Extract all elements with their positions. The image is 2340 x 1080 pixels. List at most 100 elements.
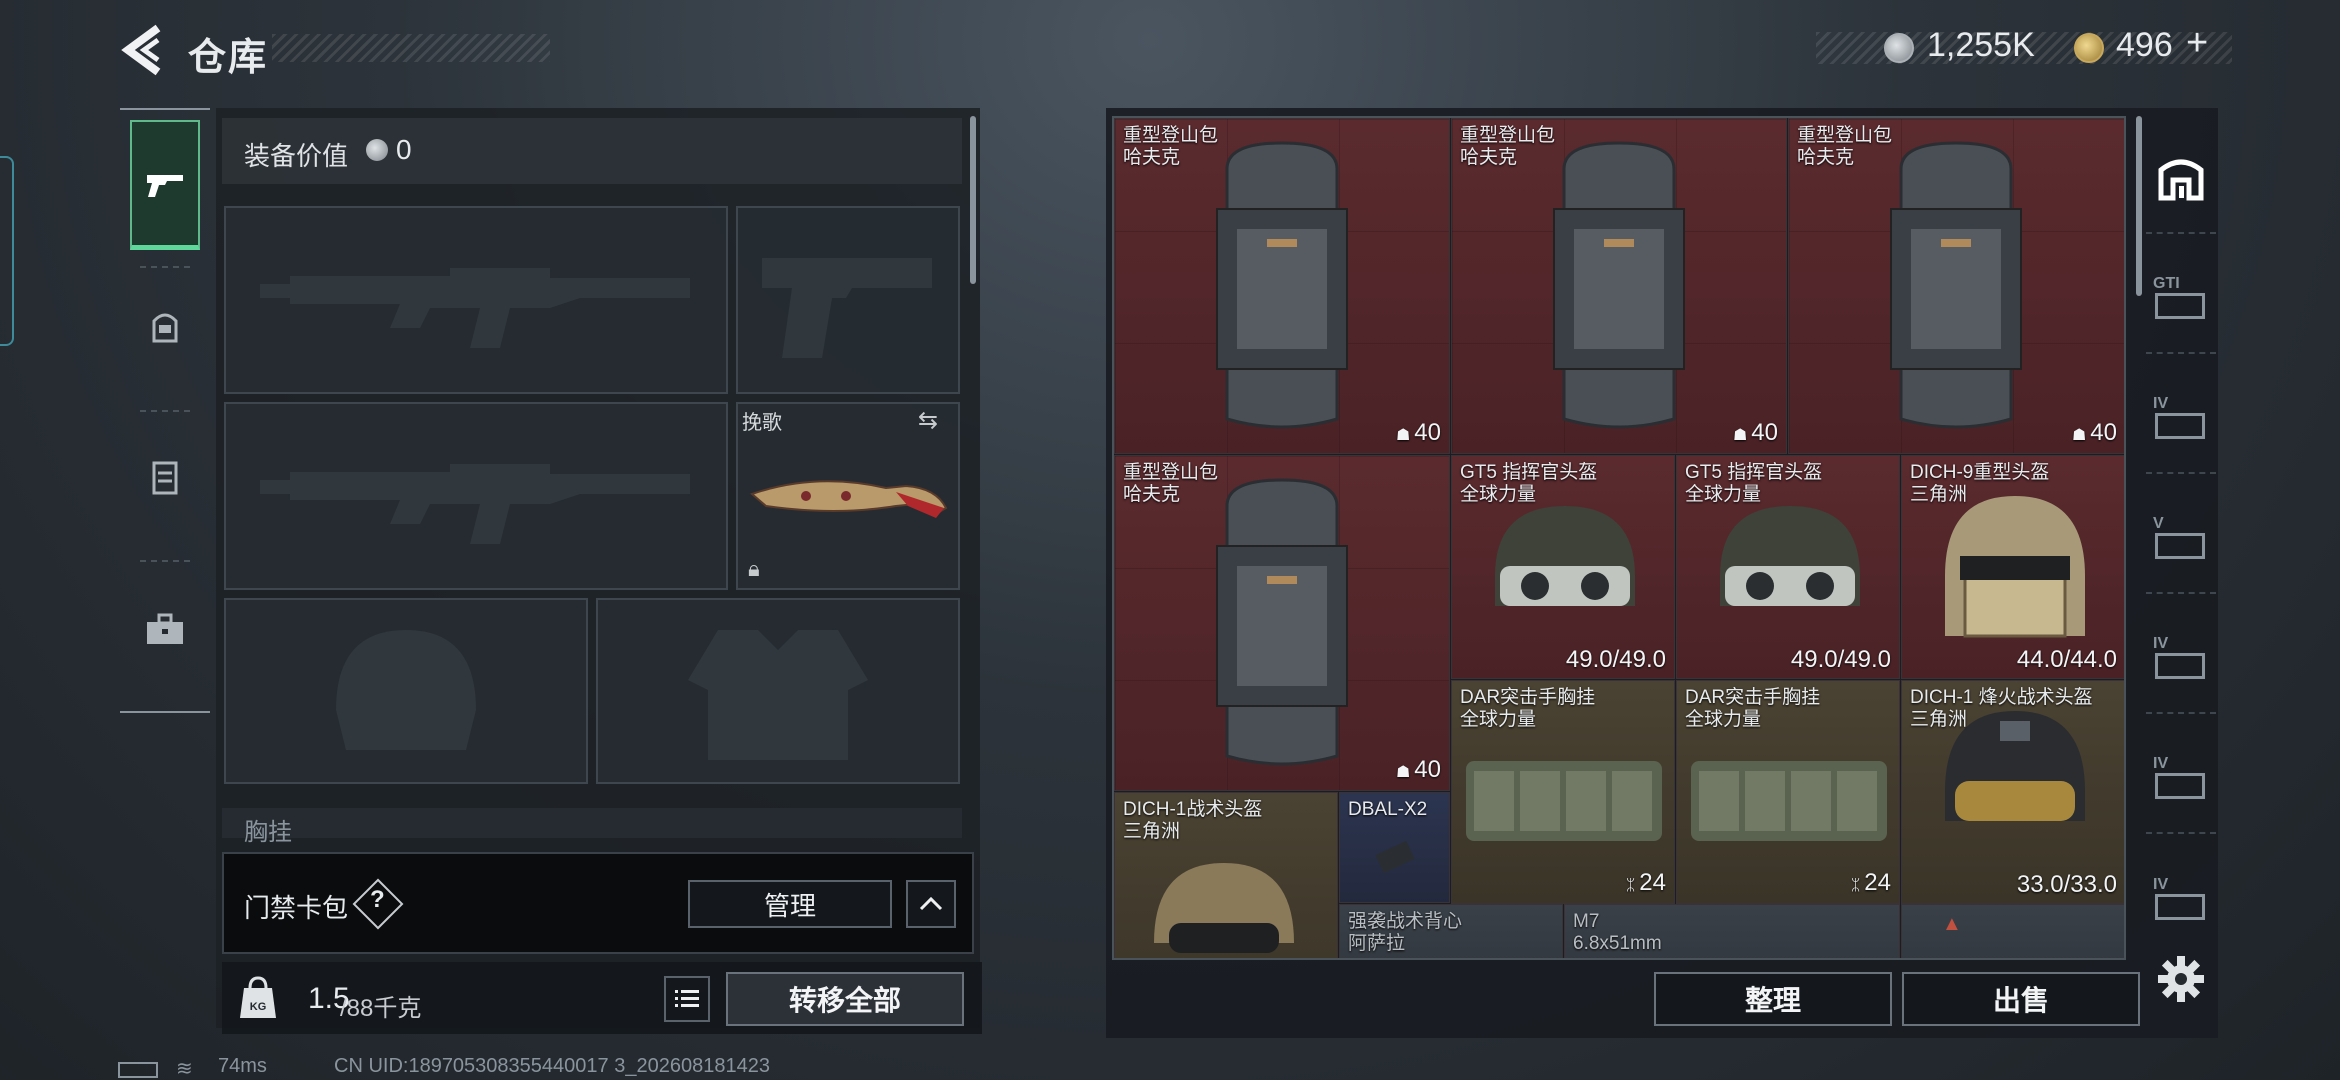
secondary-rifle-slot[interactable] [224, 402, 728, 590]
inventory-item[interactable]: M7 6.8x51mm [1564, 904, 1900, 958]
inventory-item[interactable]: 重型登山包 哈夫克 ☗ 40 [1788, 118, 2124, 454]
item-brand: 6.8x51mm [1573, 933, 1662, 954]
item-brand: 全球力量 [1685, 484, 1762, 505]
item-capacity: 40 [1751, 419, 1778, 446]
equip-value-label: 装备价值 [244, 141, 349, 171]
item-name: 重型登山包 [1123, 125, 1219, 146]
helmet-slot[interactable] [224, 598, 588, 784]
tab-storage-2[interactable]: IV [2146, 364, 2216, 474]
vest-icon [152, 461, 178, 495]
storage-box-icon: GTI [2153, 275, 2209, 321]
inventory-item[interactable]: 重型登山包 哈夫克 ☗ 40 [1114, 455, 1450, 791]
warehouse-icon [2158, 159, 2204, 201]
item-brand: 哈夫克 [1123, 484, 1181, 505]
inventory-item[interactable]: ▲ [1901, 904, 2124, 958]
tab-gear[interactable] [130, 272, 200, 382]
swap-icon[interactable]: ⇆ [918, 406, 938, 435]
item-name: 重型登山包 [1460, 125, 1556, 146]
item-durability: 33.0/33.0 [2016, 871, 2117, 898]
melee-name: 挽歌 [742, 412, 782, 434]
inventory-item[interactable]: 重型登山包 哈夫克 ☗ 40 [1114, 118, 1450, 454]
equip-value: 0 [396, 134, 412, 165]
tab-storage-6[interactable]: IV [2146, 844, 2216, 954]
inventory-item[interactable]: 强袭战术背心 阿萨拉 [1339, 904, 1563, 958]
title-decoration [272, 34, 550, 62]
item-brand: 全球力量 [1685, 709, 1762, 730]
item-durability: 49.0/49.0 [1790, 646, 1891, 673]
item-brand: 三角洲 [1910, 709, 1968, 730]
storage-scrollbar[interactable] [2136, 116, 2142, 296]
tab-case[interactable] [130, 575, 200, 685]
inventory-item[interactable]: DBAL-X2 [1339, 792, 1450, 903]
helmet-icon [1720, 506, 1860, 606]
side-drawer-handle[interactable] [0, 156, 14, 346]
item-name: DICH-1 烽火战术头盔 [1910, 687, 2093, 708]
manage-button[interactable]: 管理 [688, 880, 892, 928]
wifi-icon: ≋ [176, 1058, 193, 1080]
ping-text: 74ms [218, 1055, 267, 1077]
item-name: M7 [1573, 911, 1600, 932]
list-view-button[interactable] [664, 976, 710, 1022]
inventory-item[interactable]: DICH-1 烽火战术头盔 三角洲 33.0/33.0 [1901, 680, 2124, 904]
capacity-icon: ᛯ [1625, 877, 1636, 894]
rig-label: 胸挂 [244, 819, 292, 846]
primary-weapon-slot[interactable] [224, 206, 728, 394]
gold-coin-icon [2074, 33, 2104, 63]
rig-slot[interactable] [222, 808, 962, 838]
svg-text:KG: KG [250, 1001, 267, 1013]
loadout-scrollbar[interactable] [970, 116, 976, 284]
chest-rig-icon [1466, 761, 1662, 841]
gear-icon[interactable] [2156, 954, 2206, 1004]
inventory-item[interactable]: DICH-9重型头盔 三角洲 44.0/44.0 [1901, 455, 2124, 679]
page-title: 仓库 [188, 37, 269, 79]
back-icon[interactable] [118, 22, 168, 78]
item-name: 强袭战术背心 [1348, 911, 1463, 932]
helmet-armor-icon [152, 313, 178, 343]
tab-storage-5[interactable]: IV [2146, 724, 2216, 834]
storage-box-icon: IV [2153, 395, 2209, 441]
item-marker-icon: ▲ [1942, 913, 1962, 935]
item-durability: 49.0/49.0 [1565, 646, 1666, 673]
battery-icon [118, 1062, 158, 1078]
item-brand: 三角洲 [1910, 484, 1968, 505]
sort-button[interactable]: 整理 [1654, 972, 1892, 1026]
inventory-item[interactable]: DAR突击手胸挂 全球力量 ᛯ 24 [1451, 680, 1675, 904]
capacity-icon: ☗ [1395, 764, 1411, 781]
inventory-item[interactable]: GT5 指挥官头盔 全球力量 49.0/49.0 [1676, 455, 1900, 679]
item-brand: 哈夫克 [1123, 147, 1181, 168]
tab-all-storage[interactable] [2146, 124, 2216, 234]
keycard-case-label: 门禁卡包 [244, 893, 349, 923]
loadout-tabs [120, 108, 210, 713]
backpack-icon [1216, 141, 1348, 429]
expand-button[interactable] [906, 880, 956, 928]
item-brand: 全球力量 [1460, 709, 1537, 730]
chevron-up-icon [919, 896, 943, 911]
item-brand: 全球力量 [1460, 484, 1537, 505]
inventory-item[interactable]: DICH-1战术头盔 三角洲 [1114, 792, 1338, 958]
add-gold-button[interactable]: + [2186, 22, 2208, 65]
sell-button[interactable]: 出售 [1902, 972, 2140, 1026]
transfer-all-button[interactable]: 转移全部 [726, 972, 964, 1026]
chest-rig-icon [1691, 761, 1887, 841]
inventory-item[interactable]: 重型登山包 哈夫克 ☗ 40 [1451, 118, 1787, 454]
tab-rig[interactable] [130, 422, 200, 532]
item-capacity: 40 [1414, 419, 1441, 446]
inventory-item[interactable]: GT5 指挥官头盔 全球力量 49.0/49.0 [1451, 455, 1675, 679]
capacity-icon: ☗ [1395, 427, 1411, 444]
storage-grid: 重型登山包 哈夫克 ☗ 40 重型登山包 哈夫克 ☗ 40 重型登山包 哈夫克 ☗ 40 重… [1112, 116, 2126, 960]
tab-weapons[interactable] [130, 120, 200, 250]
item-durability: 44.0/44.0 [2016, 646, 2117, 673]
item-capacity: 40 [1414, 756, 1441, 783]
item-name: 重型登山包 [1123, 462, 1219, 483]
inventory-item[interactable]: DAR突击手胸挂 全球力量 ᛯ 24 [1676, 680, 1900, 904]
tab-storage-4[interactable]: IV [2146, 604, 2216, 714]
capacity-icon: ☗ [1732, 427, 1748, 444]
secondary-weapon-slot[interactable] [736, 206, 960, 394]
rifle-silhouette-icon [260, 268, 690, 348]
backpack-icon [1216, 478, 1348, 766]
silver-coin-icon [366, 139, 388, 161]
armor-slot[interactable] [596, 598, 960, 784]
tab-storage-1[interactable]: GTI [2146, 244, 2216, 354]
tab-storage-3[interactable]: V [2146, 484, 2216, 594]
item-name: DICH-9重型头盔 [1910, 462, 2050, 483]
